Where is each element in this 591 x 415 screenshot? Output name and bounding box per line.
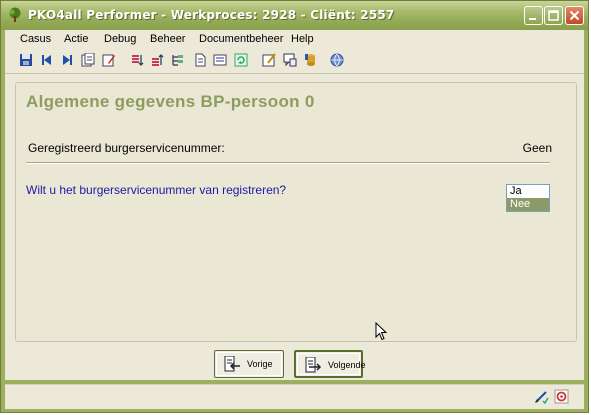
- next-button-label: Volgende: [328, 360, 366, 370]
- bsn-label: Geregistreerd burgerservicenummer:: [28, 141, 225, 155]
- minimize-button[interactable]: [524, 6, 543, 25]
- register-question: Wilt u het burgerservicenummer van regis…: [26, 183, 287, 197]
- copy-icon[interactable]: [102, 53, 116, 67]
- comment-icon[interactable]: [304, 53, 318, 67]
- first-record-icon[interactable]: [40, 53, 54, 67]
- menu-help[interactable]: Help: [291, 33, 314, 45]
- toolbar: [5, 49, 584, 74]
- edit-icon[interactable]: [130, 53, 144, 67]
- sort-descending-icon[interactable]: [171, 53, 185, 67]
- edit-document-icon[interactable]: [283, 53, 297, 67]
- menu-documentbeheer[interactable]: Documentbeheer: [199, 33, 283, 45]
- forward-arrow-icon: [305, 357, 322, 373]
- form-panel: Algemene gegevens BP-persoon 0 Geregistr…: [15, 82, 577, 342]
- close-button[interactable]: [565, 6, 584, 25]
- application-window: PKO4all Performer - Werkproces: 2928 - C…: [0, 0, 589, 413]
- minimize-icon: [529, 18, 536, 20]
- window-title: PKO4all Performer - Werkproces: 2928 - C…: [28, 8, 395, 22]
- close-icon: [569, 10, 580, 21]
- settings-gear-icon[interactable]: [554, 389, 569, 404]
- previous-icon[interactable]: [60, 53, 74, 67]
- next-icon[interactable]: [81, 53, 95, 67]
- menu-beheer[interactable]: Beheer: [150, 33, 185, 45]
- mouse-pointer-icon: [375, 322, 387, 341]
- tree-logo-icon: [9, 7, 21, 22]
- previous-button[interactable]: Vorige: [214, 350, 284, 378]
- content-area: Algemene gegevens BP-persoon 0 Geregistr…: [5, 74, 584, 380]
- menu-casus[interactable]: Casus: [20, 33, 51, 45]
- answer-listbox[interactable]: Ja Nee: [506, 184, 550, 212]
- menu-debug[interactable]: Debug: [104, 33, 136, 45]
- status-bar: [5, 384, 584, 409]
- sort-ascending-icon[interactable]: [150, 53, 164, 67]
- menu-actie[interactable]: Actie: [64, 33, 88, 45]
- title-bar[interactable]: PKO4all Performer - Werkproces: 2928 - C…: [1, 1, 588, 30]
- refresh-icon[interactable]: [262, 53, 276, 67]
- database-icon[interactable]: [330, 53, 344, 67]
- list-icon[interactable]: [234, 53, 248, 67]
- bsn-value: Geen: [522, 141, 552, 155]
- back-arrow-icon: [224, 356, 240, 372]
- page-title: Algemene gegevens BP-persoon 0: [26, 92, 315, 111]
- tree-icon[interactable]: [193, 53, 207, 67]
- next-button[interactable]: Volgende: [294, 350, 366, 378]
- document-icon[interactable]: [213, 53, 227, 67]
- previous-button-label: Vorige: [247, 359, 273, 369]
- pen-check-icon[interactable]: [534, 389, 549, 404]
- maximize-button[interactable]: [544, 6, 563, 25]
- separator: [26, 162, 550, 164]
- option-nee[interactable]: Nee: [507, 198, 549, 211]
- menu-bar: Casus Actie Debug Beheer Documentbeheer …: [5, 30, 584, 49]
- save-icon[interactable]: [19, 53, 33, 67]
- option-ja[interactable]: Ja: [507, 185, 549, 198]
- maximize-icon: [548, 10, 559, 21]
